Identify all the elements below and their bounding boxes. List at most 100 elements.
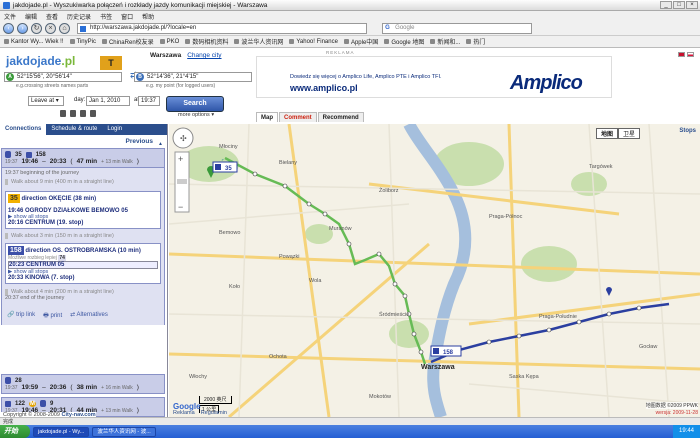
ad-text: Dowiedz się więcej o Amplico Life, Ampli… [290,74,442,80]
regulamin-link[interactable]: Regulamin [201,410,227,416]
maximize-button[interactable]: □ [673,1,685,9]
svg-text:35: 35 [225,166,232,172]
bookmark-item[interactable]: 热门 [466,37,485,46]
logo-suffix: .pl [61,54,76,68]
leave-select[interactable]: Leave at ▾ [28,96,64,106]
tab-map[interactable]: Map [256,112,278,122]
browser-icon [3,1,10,9]
tab-login[interactable]: Login [102,124,127,135]
tram-icon [5,151,11,158]
menu-window[interactable]: 窗口 [121,12,133,21]
bookmark-icon [4,39,9,44]
search-field[interactable]: Google [382,22,533,34]
pan-control[interactable]: ✣ [172,127,194,149]
line-number: 9 [50,400,54,407]
bookmark-item[interactable]: Apple中国 [343,37,378,46]
taskbar: 开始 jakdojade.pl - Wy... 波兰华人资讯网 - 波... 1… [0,425,700,438]
bookmark-item[interactable]: PKO [159,39,179,45]
print-link[interactable]: 🖶 print [43,311,62,321]
map-canvas[interactable]: 35 158 ✣ + − [169,124,700,417]
tab-comment[interactable]: Comment [279,112,317,122]
bookmark-item[interactable]: 波兰华人资讯网 [234,37,283,46]
bookmark-item[interactable]: 新闻和... [430,37,460,46]
end-marker-icon: B [136,73,144,81]
bookmark-icon [430,39,436,44]
bookmark-icon [185,39,191,44]
bus-icon[interactable] [80,110,86,117]
lock-icon[interactable] [60,110,66,117]
home-button[interactable]: ⌂ [59,22,70,34]
connection-2[interactable]: 28 19:37 19:59–20:36(38 min + 16 min Walk) [1,374,165,394]
tab-schedule-route[interactable]: Schedule & route [46,124,102,135]
site-logo[interactable]: jakdojade.pl [6,54,75,68]
to-field[interactable]: B 52°14'36", 21°4'15" [134,72,252,82]
more-options-link[interactable]: more options ▾ [178,112,214,118]
to-value: 52°14'36", 21°4'15" [147,74,199,80]
bookmarks-bar: Kantor Wy... Wiek !! TinyPic ChinaRen校友录… [0,36,700,48]
bookmark-icon [159,39,165,44]
from-field[interactable]: A 52°15'56", 20°56'14" [4,72,122,82]
menu-history[interactable]: 历史记录 [67,12,91,21]
zoom-in-icon[interactable]: + [178,154,183,164]
place-label: Żoliborz [379,188,399,194]
menu-view[interactable]: 查看 [46,12,58,21]
system-clock: 19:44 [672,425,700,438]
city-label: Warszawa [421,364,455,371]
stop-button[interactable]: × [45,22,56,34]
leg-end-stop: 20:16 CENTRUM (19. stop) [8,220,84,226]
reklama-link[interactable]: Reklama [173,410,195,416]
bookmark-item[interactable]: Kantor Wy... Wiek !! [4,39,64,45]
taskbar-item[interactable]: 波兰华人资讯网 - 波... [92,426,156,437]
tram-icon [40,400,47,407]
taskbar-item[interactable]: jakdojade.pl - Wy... [33,426,90,437]
day-field[interactable]: Jan 1, 2010 [86,96,130,106]
line-number: 158 [35,151,46,158]
ad-url: www.amplico.pl [290,83,358,93]
tram-line-badge: 35 [8,194,20,203]
place-label: Saska Kępa [509,374,539,380]
menu-help[interactable]: 帮助 [142,12,154,21]
bookmark-item[interactable]: TinyPic [69,39,96,45]
walk-icon[interactable] [70,110,76,117]
window-controls: _ □ × [660,1,698,9]
reload-button[interactable]: ↻ [31,22,42,34]
stops-toggle[interactable]: Stops [679,128,696,134]
map-view[interactable]: 35 158 ✣ + − Młociny Bielany Żoliborz Be… [169,124,700,417]
tram-icon[interactable] [90,110,96,117]
time-field[interactable]: 19:37 [138,96,160,106]
bookmark-item[interactable]: Yahoo! Finance [289,39,338,45]
menu-bookmarks[interactable]: 书签 [100,12,112,21]
place-label: Śródmieście [379,312,410,318]
page-header: jakdojade.pl T Warszawa Change city A 52°… [0,48,700,124]
english-flag-icon[interactable] [678,52,685,57]
start-time: 19:37 [5,158,18,165]
bookmark-item[interactable]: ChinaRen校友录 [101,37,154,46]
map-type-map-button[interactable]: 地图 [595,128,618,139]
previous-link[interactable]: Previous [0,135,167,148]
trip-link[interactable]: 🔗 trip link [7,311,35,321]
tab-recommend[interactable]: Recommend [317,112,364,122]
leg-bus-158: 158 direction OS. OSTROBRAMSKA (10 min) … [5,243,161,284]
start-button[interactable]: 开始 [0,425,30,438]
menu-file[interactable]: 文件 [4,12,16,21]
map-type-satellite-button[interactable]: 卫星 [617,128,640,139]
zoom-out-icon[interactable]: − [178,202,183,212]
connection-summary[interactable]: 35 158 19:37 19:46–20:33(47 min + 13 min Wa… [1,148,165,168]
search-button[interactable]: Search [166,96,224,112]
leg-tram-35: 35 direction OKĘCIE (38 min) 19:46 OGROD… [5,191,161,229]
polish-flag-icon[interactable] [687,52,694,57]
change-city-link[interactable]: Change city [187,52,221,59]
menu-edit[interactable]: 编辑 [25,12,37,21]
tab-connections[interactable]: Connections [0,124,47,135]
zoom-thumb[interactable] [177,179,187,184]
bookmark-item[interactable]: 数码相机资料 [185,37,228,46]
bookmark-icon [384,39,390,44]
back-button[interactable]: ‹ [3,22,14,34]
url-field[interactable]: http://warszawa.jakdojade.pl/?locale=en [77,22,367,34]
bookmark-item[interactable]: Google 地图 [384,37,424,46]
alternatives-link[interactable]: ⇄ Alternatives [70,311,108,321]
tram-icon [5,377,11,384]
close-button[interactable]: × [686,1,698,9]
minimize-button[interactable]: _ [660,1,672,9]
forward-button[interactable]: › [17,22,28,34]
